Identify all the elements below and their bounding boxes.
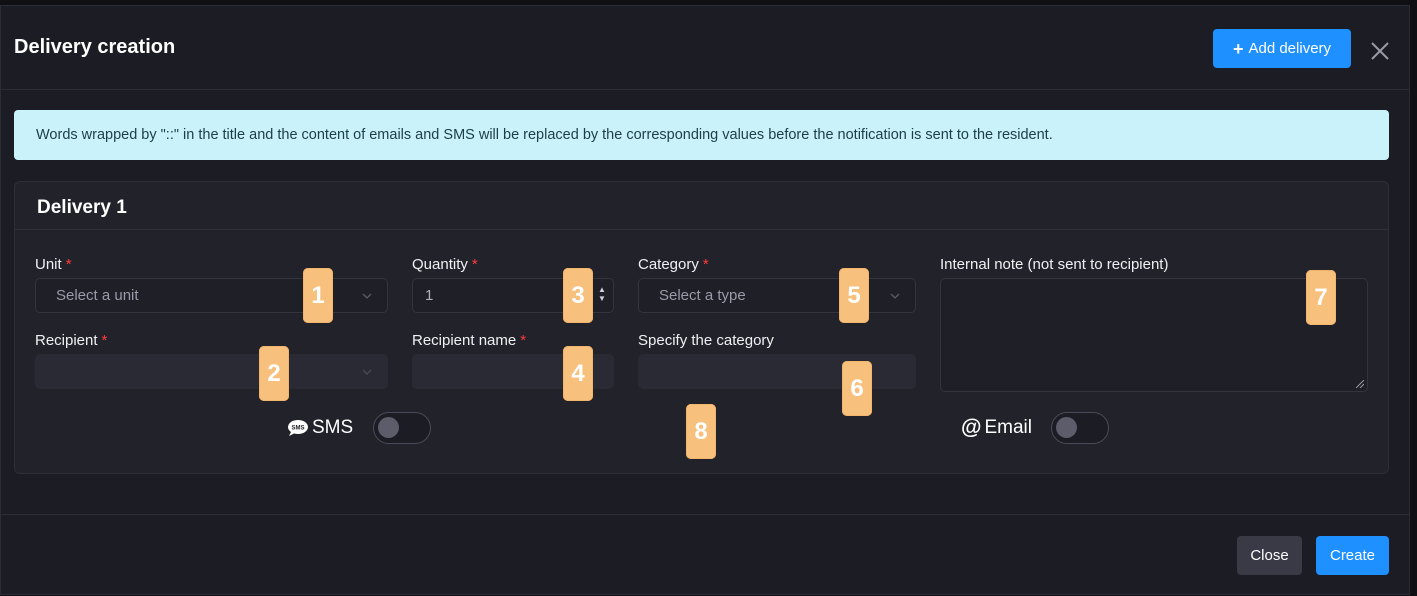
email-label-text: Email xyxy=(984,417,1032,438)
at-icon: @ xyxy=(961,416,982,439)
sms-icon: SMS xyxy=(288,420,308,436)
required-marker: * xyxy=(65,256,72,273)
recipient-select[interactable] xyxy=(35,354,388,389)
annotation-badge-2: 2 xyxy=(259,346,289,401)
chevron-down-icon xyxy=(362,369,372,375)
recipient-name-label: Recipient name * xyxy=(412,332,526,349)
email-toggle-group: @ Email xyxy=(961,412,1109,444)
info-banner: Words wrapped by "::" in the title and t… xyxy=(14,110,1389,160)
sms-toggle-group: SMS SMS xyxy=(287,412,432,444)
add-delivery-button[interactable]: + Add delivery xyxy=(1213,29,1351,68)
annotation-badge-3: 3 xyxy=(563,268,593,323)
quantity-label: Quantity * xyxy=(412,256,478,273)
quantity-value: 1 xyxy=(425,287,434,304)
chevron-down-icon xyxy=(362,293,372,299)
unit-placeholder: Select a unit xyxy=(56,287,139,304)
unit-label-text: Unit xyxy=(35,256,62,273)
recipient-label: Recipient * xyxy=(35,332,107,349)
delivery-title: Delivery 1 xyxy=(37,197,127,218)
category-placeholder: Select a type xyxy=(659,287,746,304)
email-toggle[interactable] xyxy=(1051,412,1109,444)
sms-toggle[interactable] xyxy=(373,412,432,444)
internal-note-textarea[interactable] xyxy=(940,278,1368,392)
close-button[interactable]: Close xyxy=(1237,536,1302,575)
required-marker: * xyxy=(520,332,527,349)
footer-divider xyxy=(1,514,1409,515)
required-marker: * xyxy=(702,256,709,273)
spinner-arrows-icon[interactable]: ▲ ▼ xyxy=(597,285,607,303)
recipient-name-label-text: Recipient name xyxy=(412,332,517,349)
category-label-text: Category xyxy=(638,256,699,273)
svg-text:SMS: SMS xyxy=(291,426,304,432)
annotation-badge-4: 4 xyxy=(563,346,593,401)
annotation-badge-7: 7 xyxy=(1306,270,1336,325)
modal-title: Delivery creation xyxy=(14,36,176,58)
modal-header: Delivery creation + Add delivery xyxy=(1,6,1409,90)
annotation-badge-6: 6 xyxy=(842,361,872,416)
internal-note-label: Internal note (not sent to recipient) xyxy=(940,256,1169,273)
chevron-down-icon xyxy=(890,293,900,299)
unit-label: Unit * xyxy=(35,256,72,273)
email-toggle-label: @ Email xyxy=(961,416,1032,440)
plus-icon: + xyxy=(1232,38,1244,59)
annotation-badge-1: 1 xyxy=(303,268,333,323)
specify-category-label: Specify the category xyxy=(638,332,774,349)
delivery-card-header: Delivery 1 xyxy=(15,182,1388,230)
required-marker: * xyxy=(471,256,478,273)
resize-handle-icon[interactable] xyxy=(1356,380,1364,388)
quantity-label-text: Quantity xyxy=(412,256,468,273)
recipient-label-text: Recipient xyxy=(35,332,98,349)
sms-label-text: SMS xyxy=(312,417,354,438)
toggle-knob xyxy=(1056,417,1077,438)
unit-select[interactable]: Select a unit xyxy=(35,278,388,313)
create-button[interactable]: Create xyxy=(1316,536,1389,575)
category-select[interactable]: Select a type xyxy=(638,278,916,313)
category-label: Category * xyxy=(638,256,709,273)
close-icon[interactable] xyxy=(1369,40,1391,62)
add-delivery-label: Add delivery xyxy=(1248,40,1332,57)
required-marker: * xyxy=(101,332,108,349)
sms-toggle-label: SMS SMS xyxy=(287,417,353,439)
annotation-badge-5: 5 xyxy=(839,268,869,323)
toggle-knob xyxy=(378,417,400,438)
specify-category-input[interactable] xyxy=(638,354,916,389)
delivery-creation-modal: Delivery creation + Add delivery Words w… xyxy=(0,5,1410,595)
annotation-badge-8: 8 xyxy=(686,404,716,459)
